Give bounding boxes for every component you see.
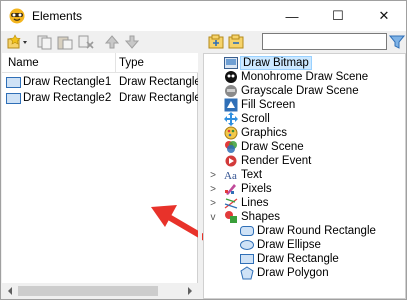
round-rect-icon (240, 226, 254, 236)
expand-lines-icon[interactable]: > (208, 196, 218, 210)
tree-item-lines[interactable]: Lines (224, 196, 269, 210)
pane-splitter[interactable] (198, 31, 202, 299)
shapes-icon (225, 211, 237, 223)
row-name: Draw Rectangle2 (23, 92, 112, 104)
close-button[interactable]: ✕ (361, 1, 407, 31)
filter-icon[interactable] (388, 34, 406, 50)
tree-item-draw-rectangle[interactable]: Draw Rectangle (240, 252, 339, 266)
column-header-name[interactable]: Name (8, 57, 39, 69)
lines-icon (224, 198, 238, 209)
svg-text:Aa: Aa (224, 170, 237, 182)
tree-item-scroll[interactable]: Scroll (224, 112, 270, 126)
minimize-button[interactable]: — (269, 1, 315, 31)
tree-item-label: Fill Screen (241, 99, 296, 111)
tree-item-label: Pixels (241, 183, 272, 195)
elements-window: Elements — ☐ ✕ Name Type Draw Rectangle1… (0, 0, 407, 300)
tree-item-draw-round-rectangle[interactable]: Draw Round Rectangle (240, 224, 376, 238)
tree-item-text[interactable]: Aa Text (224, 168, 262, 182)
pixels-icon (225, 184, 236, 195)
scrollbar-thumb[interactable] (18, 286, 158, 296)
collapse-shapes-icon[interactable]: v (208, 210, 218, 224)
tree-item-label: Draw Rectangle (257, 253, 339, 265)
tree-item-label: Draw Ellipse (257, 239, 321, 251)
add-element-dropdown-icon[interactable] (7, 34, 29, 50)
monochrome-icon (225, 71, 237, 83)
rectangle-icon (6, 77, 21, 88)
grayscale-icon (225, 85, 237, 97)
polygon-icon (240, 266, 254, 280)
tree-item-draw-ellipse[interactable]: Draw Ellipse (240, 238, 321, 252)
paste-icon[interactable] (56, 34, 74, 50)
tree-item-fill-screen[interactable]: Fill Screen (224, 98, 295, 112)
rectangle-icon (6, 93, 21, 104)
element-toolbar (1, 31, 198, 53)
tree-item-pixels[interactable]: Pixels (224, 182, 272, 196)
ellipse-icon (240, 240, 254, 250)
collapse-all-icon[interactable] (228, 34, 246, 50)
tree-item-label: Render Event (241, 155, 312, 167)
tree-item-label: Monohrome Draw Scene (241, 71, 369, 83)
scene-icon (225, 141, 237, 153)
copy-icon[interactable] (36, 34, 54, 50)
tree-item-label: Text (241, 169, 263, 181)
text-icon: Aa (224, 170, 237, 182)
tree-item-label: Draw Scene (241, 141, 304, 153)
rect-icon (240, 254, 254, 264)
expand-all-icon[interactable] (208, 34, 226, 50)
palette-search-input[interactable] (262, 33, 387, 50)
expand-text-icon[interactable]: > (208, 168, 218, 182)
tree-item-label: Graphics (241, 127, 288, 139)
horizontal-scrollbar[interactable] (2, 283, 198, 299)
element-palette-tree[interactable]: Draw Bitmap Monohrome Draw Scene Graysca… (203, 53, 406, 299)
graphics-icon (224, 126, 238, 140)
tree-item-monochrome-draw-scene[interactable]: Monohrome Draw Scene (224, 70, 368, 84)
move-up-icon[interactable] (103, 34, 121, 50)
row-name: Draw Rectangle1 (23, 76, 112, 88)
render-icon (225, 155, 237, 167)
scroll-icon (224, 112, 238, 126)
title-bar[interactable]: Elements — ☐ ✕ (1, 1, 406, 31)
delete-icon[interactable] (77, 34, 95, 50)
list-row[interactable]: Draw Rectangle1 Draw Rectangle (2, 75, 201, 91)
window-title: Elements (32, 9, 83, 23)
row-type: Draw Rectangle (119, 92, 201, 104)
tree-item-label: Shapes (241, 211, 281, 223)
tree-item-label: Draw Bitmap (240, 56, 312, 70)
scroll-right-icon[interactable] (182, 283, 198, 299)
tree-item-label: Draw Round Rectangle (257, 225, 376, 237)
scroll-left-icon[interactable] (2, 283, 18, 299)
tree-item-label: Draw Polygon (257, 267, 329, 279)
tree-item-draw-scene[interactable]: Draw Scene (224, 140, 304, 154)
tree-item-shapes[interactable]: Shapes (224, 210, 280, 224)
move-down-icon[interactable] (123, 34, 141, 50)
tree-item-label: Lines (241, 197, 269, 209)
tree-item-graphics[interactable]: Graphics (224, 126, 287, 140)
row-type: Draw Rectangle (119, 76, 201, 88)
column-header-type[interactable]: Type (119, 57, 144, 69)
palette-toolbar (202, 31, 406, 53)
tree-item-label: Scroll (241, 113, 270, 125)
expand-pixels-icon[interactable]: > (208, 182, 218, 196)
element-list[interactable]: Name Type Draw Rectangle1 Draw Rectangle… (2, 53, 201, 299)
tree-item-grayscale-draw-scene[interactable]: Grayscale Draw Scene (224, 84, 359, 98)
tree-item-draw-polygon[interactable]: Draw Polygon (240, 266, 329, 280)
tree-item-label: Grayscale Draw Scene (241, 85, 359, 97)
list-header: Name Type (2, 53, 198, 73)
tree-item-draw-bitmap[interactable]: Draw Bitmap (224, 56, 312, 70)
maximize-button[interactable]: ☐ (315, 1, 361, 31)
column-divider[interactable] (115, 53, 116, 73)
list-row[interactable]: Draw Rectangle2 Draw Rectangle (2, 91, 201, 107)
tree-item-render-event[interactable]: Render Event (224, 154, 311, 168)
bitmap-icon (224, 57, 238, 69)
fill-icon (224, 98, 238, 112)
app-logo-icon (9, 8, 25, 24)
